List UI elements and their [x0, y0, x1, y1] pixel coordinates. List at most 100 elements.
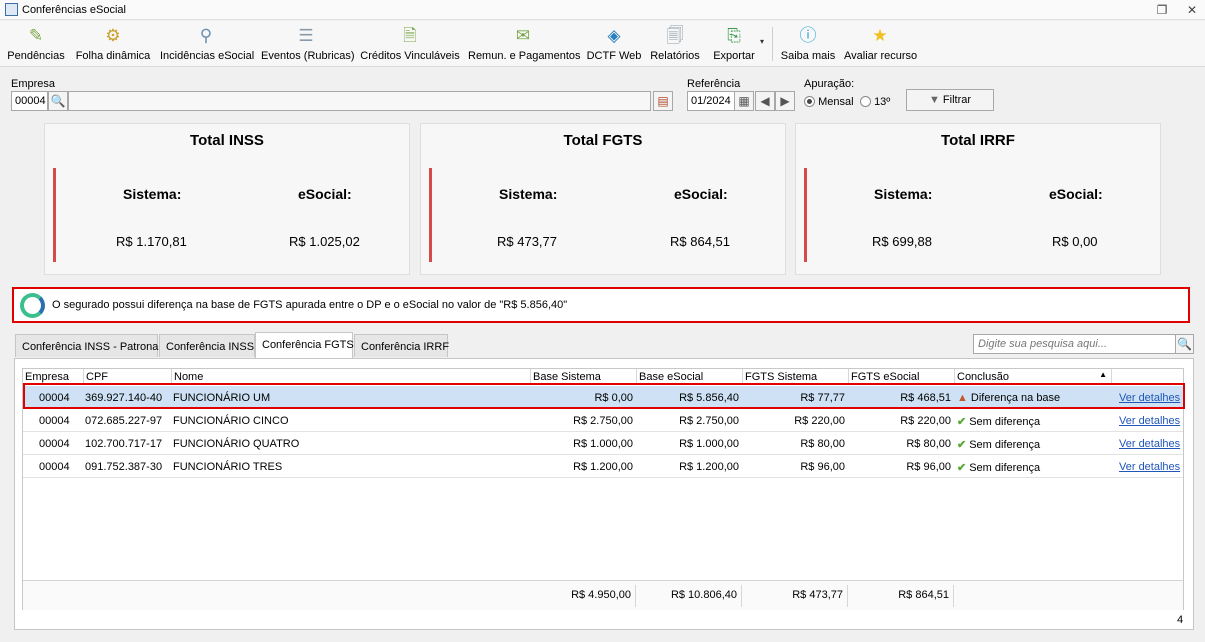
dctf-web-button[interactable]: ◈ DCTF Web — [586, 23, 642, 65]
calendar-button[interactable]: ▦ — [734, 91, 754, 111]
esocial-label: eSocial: — [1049, 186, 1103, 202]
previous-period-button[interactable]: ◀ — [755, 91, 775, 111]
filter-icon: ▼ — [928, 94, 940, 106]
saiba-mais-button[interactable]: ⓘ Saiba mais — [780, 23, 836, 65]
esocial-value: R$ 864,51 — [670, 234, 730, 249]
toolbar: ✎ Pendências ⚙ Folha dinâmica ⚲ Incidênc… — [0, 21, 1205, 67]
card-total-fgts: Total FGTS Sistema: eSocial: R$ 473,77 R… — [420, 123, 786, 275]
check-icon: ✔ — [957, 462, 967, 474]
arrow-right-icon: ▶ — [780, 94, 790, 108]
card-accent-bar — [53, 168, 56, 262]
total-fgts-esocial: R$ 864,51 — [898, 589, 949, 601]
close-icon[interactable]: ✕ — [1184, 2, 1200, 18]
record-count: 4 — [1177, 614, 1184, 626]
highlight-frame — [23, 383, 1185, 409]
tab-conferencia-inss[interactable]: Conferência INSS — [159, 334, 255, 357]
referencia-label: Referência — [687, 78, 741, 90]
creditos-vinculaveis-button[interactable]: 🗎 Créditos Vinculáveis — [360, 23, 460, 65]
table-row[interactable]: 00004 102.700.717-17 FUNCIONÁRIO QUATRO … — [23, 432, 1183, 455]
remun-pagamentos-button[interactable]: ✉ Remun. e Pagamentos — [468, 23, 581, 65]
ver-detalhes-link[interactable]: Ver detalhes — [1119, 461, 1180, 473]
title-bar: Conferências eSocial ❐ ✕ — [0, 0, 1205, 20]
pending-icon: ✎ — [28, 26, 44, 45]
mensal-radio[interactable]: Mensal — [804, 96, 854, 108]
empresa-label: Empresa — [11, 78, 56, 90]
grid-totals-row: R$ 4.950,00 R$ 10.806,40 R$ 473,77 R$ 86… — [23, 580, 1183, 610]
empresa-search-button[interactable]: 🔍 — [48, 91, 68, 111]
filtrar-button[interactable]: ▼ Filtrar — [906, 89, 994, 111]
payments-icon: ✉ — [515, 26, 531, 45]
calendar-icon: ▦ — [738, 94, 750, 108]
ver-detalhes-link[interactable]: Ver detalhes — [1119, 438, 1180, 450]
card-title: Total FGTS — [563, 132, 643, 149]
search-icon: 🔍 — [50, 94, 66, 108]
tab-conferencia-irrf[interactable]: Conferência IRRF — [354, 334, 449, 357]
sistema-label: Sistema: — [123, 186, 182, 202]
credits-icon: 🗎 — [403, 26, 417, 45]
check-icon: ✔ — [957, 416, 967, 428]
table-row[interactable]: 00004 091.752.387-30 FUNCIONÁRIO TRES R$… — [23, 455, 1183, 478]
reports-icon: 🗐 — [666, 26, 684, 45]
app-icon — [5, 3, 18, 16]
esocial-label: eSocial: — [298, 186, 352, 202]
restore-icon[interactable]: ❐ — [1154, 2, 1170, 18]
esocial-value: R$ 0,00 — [1052, 234, 1098, 249]
incidencias-esocial-button[interactable]: ⚲ Incidências eSocial — [160, 23, 254, 65]
sistema-value: R$ 473,77 — [497, 234, 557, 249]
payroll-icon: ⚙ — [105, 26, 121, 45]
card-title: Total IRRF — [941, 132, 1015, 149]
arrow-left-icon: ◀ — [760, 94, 770, 108]
export-dropdown-icon[interactable]: ▾ — [760, 37, 764, 46]
toolbar-separator — [772, 27, 773, 61]
empresa-name-field — [68, 91, 651, 111]
tab-conferencia-inss-patronal[interactable]: Conferência INSS - Patronal — [15, 334, 161, 357]
info-icon: ⓘ — [799, 26, 817, 45]
esocial-value: R$ 1.025,02 — [289, 234, 360, 249]
apuracao-label: Apuração: — [804, 78, 855, 90]
card-total-irrf: Total IRRF Sistema: eSocial: R$ 699,88 R… — [795, 123, 1161, 275]
loading-ring-icon — [20, 293, 45, 318]
dctf-icon: ◈ — [607, 26, 621, 45]
sistema-label: Sistema: — [499, 186, 558, 202]
sistema-value: R$ 1.170,81 — [116, 234, 187, 249]
sort-ascending-icon: ▲ — [1099, 370, 1107, 379]
avaliar-recurso-button[interactable]: ★ Avaliar recurso — [844, 23, 917, 65]
sistema-label: Sistema: — [874, 186, 933, 202]
empresa-list-button[interactable]: ▤ — [653, 91, 673, 111]
total-fgts-sistema: R$ 473,77 — [792, 589, 843, 601]
total-base-esocial: R$ 10.806,40 — [670, 589, 737, 601]
message-text: O segurado possui diferença na base de F… — [52, 299, 568, 311]
check-icon: ✔ — [957, 439, 967, 451]
difference-message: O segurado possui diferença na base de F… — [12, 287, 1190, 323]
esocial-label: eSocial: — [674, 186, 728, 202]
next-period-button[interactable]: ▶ — [775, 91, 795, 111]
empresa-code-input[interactable]: 00004 — [11, 91, 48, 111]
tab-conferencia-fgts[interactable]: Conferência FGTS — [255, 332, 354, 358]
incidences-icon: ⚲ — [199, 26, 213, 45]
folha-dinamica-button[interactable]: ⚙ Folha dinâmica — [74, 23, 152, 65]
card-total-inss: Total INSS Sistema: eSocial: R$ 1.170,81… — [44, 123, 410, 275]
relatorios-button[interactable]: 🗐 Relatórios — [649, 23, 701, 65]
pendencias-button[interactable]: ✎ Pendências — [6, 23, 66, 65]
referencia-input[interactable]: 01/2024 — [687, 91, 735, 111]
search-button[interactable]: 🔍 — [1176, 334, 1194, 354]
window-title: Conferências eSocial — [22, 4, 126, 16]
card-accent-bar — [429, 168, 432, 262]
calendar-list-icon: ▤ — [657, 94, 669, 108]
table-row[interactable]: 00004 072.685.227-97 FUNCIONÁRIO CINCO R… — [23, 409, 1183, 432]
search-icon: 🔍 — [1177, 337, 1192, 351]
star-icon: ★ — [872, 26, 888, 45]
export-icon: ⎘ — [727, 26, 741, 45]
radio-unselected-icon — [860, 96, 871, 107]
card-accent-bar — [804, 168, 807, 262]
search-input[interactable]: Digite sua pesquisa aqui... — [973, 334, 1176, 354]
events-icon: ☰ — [298, 26, 314, 45]
decimo-terceiro-radio[interactable]: 13º — [860, 96, 890, 108]
card-title: Total INSS — [190, 132, 264, 149]
sistema-value: R$ 699,88 — [872, 234, 932, 249]
radio-selected-icon — [804, 96, 815, 107]
eventos-rubricas-button[interactable]: ☰ Eventos (Rubricas) — [261, 23, 355, 65]
exportar-button[interactable]: ⎘ Exportar — [709, 23, 759, 65]
ver-detalhes-link[interactable]: Ver detalhes — [1119, 415, 1180, 427]
total-base-sistema: R$ 4.950,00 — [571, 589, 631, 601]
